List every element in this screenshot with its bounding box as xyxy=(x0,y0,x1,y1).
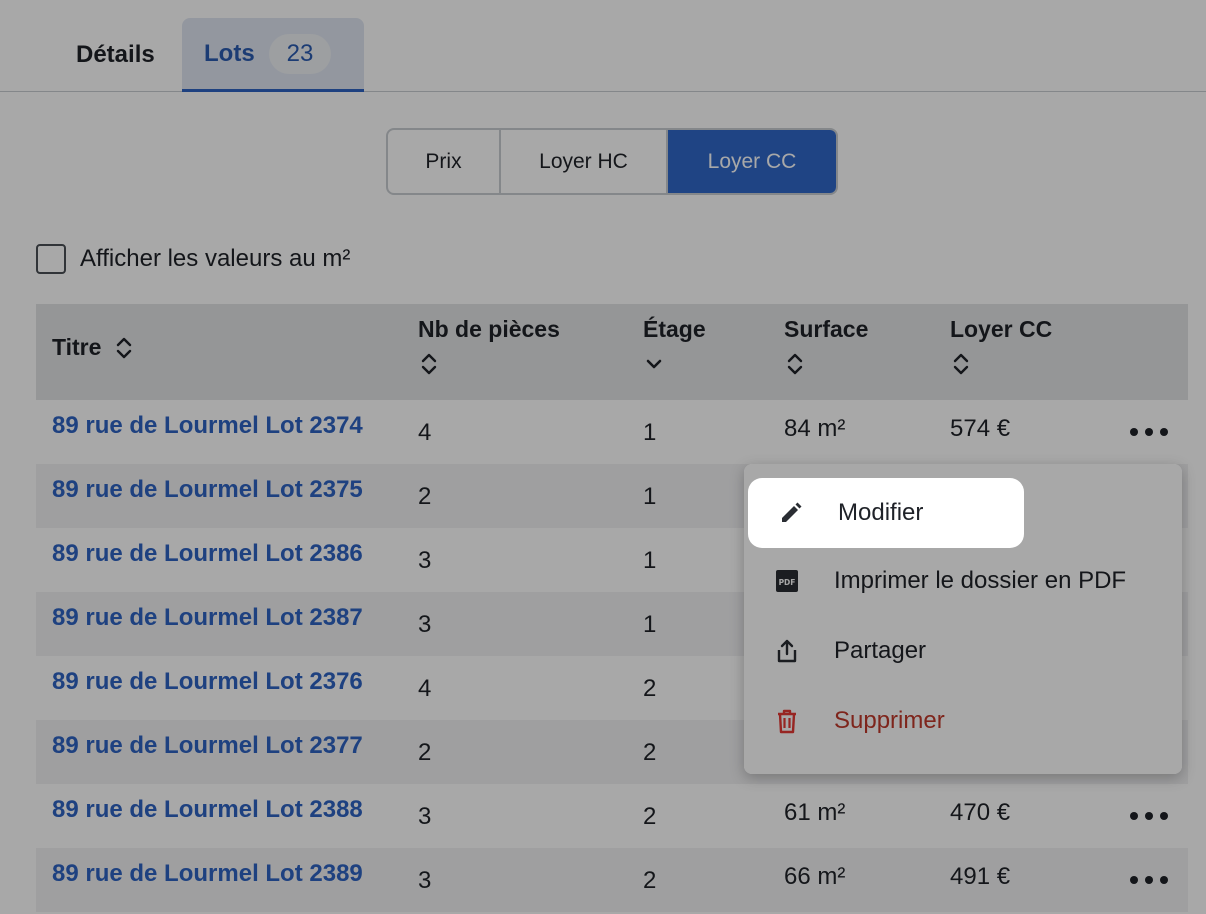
menu-item-modifier-label: Modifier xyxy=(838,499,924,526)
menu-item-modifier[interactable]: Modifier xyxy=(748,478,1024,548)
pencil-icon xyxy=(778,500,804,526)
modal-overlay[interactable] xyxy=(0,0,1206,914)
